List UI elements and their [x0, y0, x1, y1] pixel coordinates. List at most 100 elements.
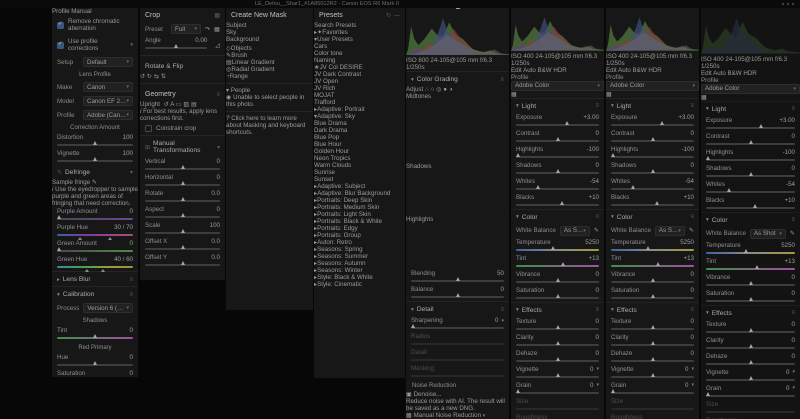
upright-full-icon[interactable]: ▥ [183, 101, 189, 108]
preset-group-seasons-winter[interactable]: ▸Seasons: Winter [314, 267, 405, 274]
preset-group-adaptive-blur-background[interactable]: ▸Adaptive: Blur Background [314, 190, 405, 197]
histogram[interactable] [606, 8, 699, 53]
slider-thumb[interactable] [456, 293, 460, 297]
slider-whites[interactable]: Whites-54 [701, 180, 800, 196]
people-section-header[interactable]: ▾ People [226, 87, 313, 94]
slider-track[interactable] [411, 327, 504, 329]
slider-track[interactable] [611, 392, 694, 394]
slider-grain[interactable]: Grain0▾ [511, 381, 604, 397]
slider-thumb[interactable] [556, 325, 560, 329]
light-header[interactable]: ▾ Light ≡ [606, 98, 699, 113]
color-header[interactable]: ▾ Color ≡ [606, 209, 699, 224]
crop-preset-dropdown[interactable]: Full▾ [171, 24, 201, 34]
slider-track[interactable] [516, 265, 599, 267]
slider-thumb[interactable] [57, 247, 61, 251]
slider-exposure[interactable]: Exposure+3.00 [701, 116, 800, 132]
slider-track[interactable] [516, 124, 599, 126]
slider-thumb[interactable] [749, 360, 753, 364]
slider-thumb[interactable] [181, 165, 185, 169]
reset-icon[interactable]: ≡ [595, 307, 599, 313]
midtones-color-wheel[interactable] [406, 100, 464, 158]
slider-track[interactable] [516, 392, 599, 394]
slider-track[interactable] [706, 379, 795, 381]
slider-track[interactable] [706, 268, 795, 270]
slider-track[interactable] [411, 359, 504, 361]
slider-blacks[interactable]: Blacks+10 [701, 196, 800, 212]
process-dropdown[interactable]: Version 6 (Current)▾ [83, 303, 133, 313]
mask-tool-linear-gradient[interactable]: ▤Linear Gradient [226, 59, 313, 66]
flyout-icon[interactable]: ▾ [483, 413, 486, 419]
tab-manual[interactable]: Manual [71, 8, 91, 15]
slider-saturation[interactable]: Saturation0 [52, 369, 138, 377]
slider-thumb[interactable] [744, 249, 748, 253]
eyedropper-icon[interactable]: ✎ [594, 227, 599, 234]
light-header[interactable]: ▾ Light ≡ [701, 101, 800, 116]
slider-texture[interactable]: Texture0 [606, 317, 699, 333]
slider-track[interactable] [516, 156, 599, 158]
manual-transformations-header[interactable]: ⊞ Manual Transformations ▾ [140, 135, 225, 157]
lens-blur-header[interactable]: ▸ Lens Blur ≡ [52, 271, 138, 286]
slider-vibrance[interactable]: Vibrance0 [511, 270, 604, 286]
shadows-color-wheel[interactable] [406, 170, 448, 212]
slider-saturation[interactable]: Saturation0 [511, 286, 604, 302]
slider-exposure[interactable]: Exposure+3.00 [606, 113, 699, 129]
reset-icon[interactable]: ≡ [791, 217, 795, 223]
reset-icon[interactable]: ≡ [690, 307, 694, 313]
flip-horizontal-icon[interactable]: ⇆ [154, 73, 159, 80]
slider-aspect[interactable]: Aspect0 [140, 205, 225, 221]
preset-group-style-black-white[interactable]: ▸Style: Black & White [314, 274, 405, 281]
slider-thumb[interactable] [181, 245, 185, 249]
slider-thumb[interactable] [656, 262, 660, 266]
slider-highlights[interactable]: Highlights-100 [511, 145, 604, 161]
preset-group-style-cinematic[interactable]: ▸Style: Cinematic [314, 281, 405, 288]
preset-item-cars[interactable]: Cars [314, 43, 405, 50]
slider-scale[interactable]: Scale100 [140, 221, 225, 237]
bw-button[interactable]: B&W [538, 67, 552, 74]
slider-track[interactable] [706, 300, 795, 302]
slider-track[interactable] [706, 395, 795, 397]
mask-background-button[interactable]: Background [226, 36, 313, 43]
slider-distortion[interactable]: Distortion100 [52, 133, 138, 149]
slider-track[interactable] [411, 296, 504, 298]
slider-track[interactable] [706, 127, 795, 129]
slider-thumb[interactable] [181, 261, 185, 265]
slider-track[interactable] [611, 172, 694, 174]
slider-blacks[interactable]: Blacks+10 [606, 193, 699, 209]
slider-thumb[interactable] [651, 278, 655, 282]
slider-track[interactable] [516, 408, 599, 410]
preset-item-jv-col-desire[interactable]: ★JV Col DESIRE [314, 64, 405, 71]
slider-track[interactable] [706, 191, 795, 193]
slider-thumb[interactable] [181, 181, 185, 185]
preset-group-portraits-medium-skin[interactable]: ▸Portraits: Medium Skin [314, 204, 405, 211]
slider-thumb[interactable] [174, 44, 178, 48]
hue-range-marker[interactable] [78, 237, 82, 240]
preset-group-portraits-edgy[interactable]: ▸Portraits: Edgy [314, 225, 405, 232]
white-balance-dropdown[interactable]: As Shot▾ [655, 226, 685, 236]
slider-balance[interactable]: Balance0 [406, 285, 509, 301]
bw-button[interactable]: B&W [728, 70, 742, 77]
slider-thumb[interactable] [556, 294, 560, 298]
upright-auto-icon[interactable]: ↺ [164, 101, 169, 108]
hue-range-marker[interactable] [101, 269, 105, 272]
slider-thumb[interactable] [516, 153, 520, 157]
slider-track[interactable] [611, 344, 694, 346]
highlights-color-wheel[interactable] [406, 223, 448, 265]
midtones-wheel-icon[interactable]: ◎ [436, 86, 441, 93]
masking-help-link[interactable]: ? Click here to learn more about Masking… [226, 115, 313, 136]
slider-track[interactable] [706, 175, 795, 177]
slider-thumb[interactable] [516, 389, 520, 393]
slider-thumb[interactable] [556, 341, 560, 345]
slider-thumb[interactable] [556, 357, 560, 361]
profile-browser-icon[interactable]: ▦ [701, 94, 707, 101]
detail-header[interactable]: ▾ Detail ≡ [406, 301, 509, 316]
slider-track[interactable] [611, 281, 694, 283]
slider-exposure[interactable]: Exposure+3.00 [511, 113, 604, 129]
slider-dehaze[interactable]: Dehaze0 [606, 349, 699, 365]
effects-header[interactable]: ▾ Effects ≡ [606, 302, 699, 317]
upright-level-icon[interactable]: A [170, 101, 174, 108]
effects-header[interactable]: ▾ Effects ≡ [701, 305, 800, 320]
slider-thumb[interactable] [93, 334, 97, 338]
slider-thumb[interactable] [753, 204, 757, 208]
flyout-icon[interactable]: ▾ [691, 366, 694, 372]
flyout-icon[interactable]: ▾ [501, 318, 504, 324]
